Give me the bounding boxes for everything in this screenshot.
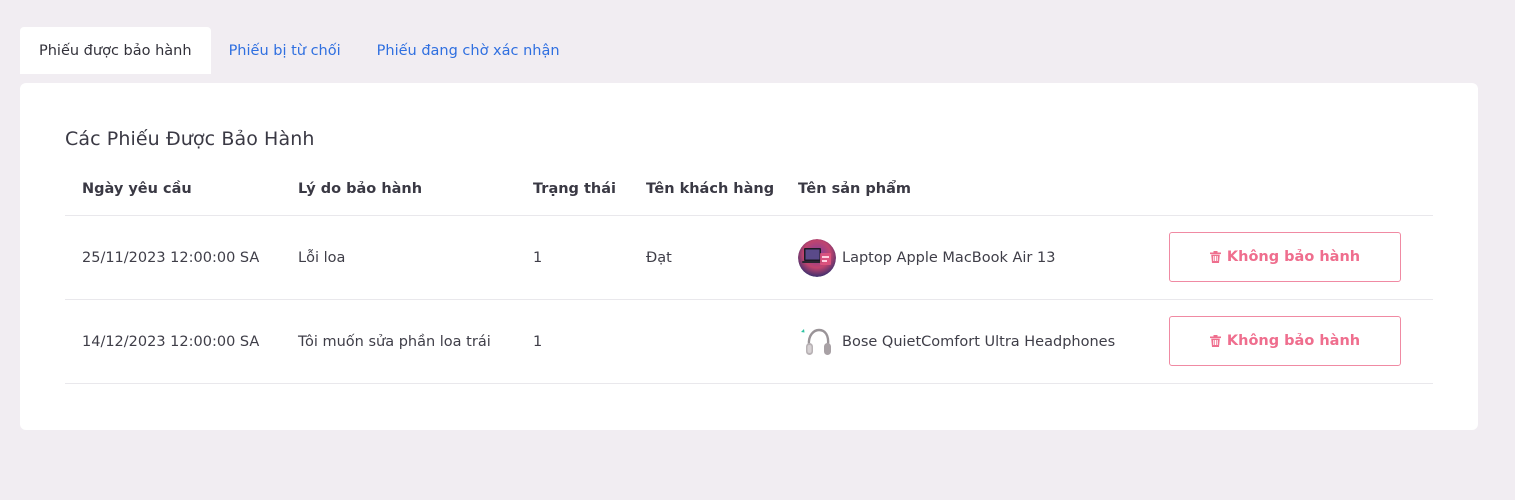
tab-pending[interactable]: Phiếu đang chờ xác nhận xyxy=(359,27,578,74)
cell-product: Bose QuietComfort Ultra Headphones xyxy=(798,300,1115,384)
warranty-table: Ngày yêu cầu Lý do bảo hành Trạng thái T… xyxy=(65,169,1433,384)
no-warranty-label: Không bảo hành xyxy=(1226,333,1361,349)
cell-product: Laptop Apple MacBook Air 13 xyxy=(798,216,1055,300)
tab-warranty-approved[interactable]: Phiếu được bảo hành xyxy=(20,27,211,74)
cell-reason: Tôi muốn sửa phần loa trái xyxy=(298,334,491,350)
no-warranty-button[interactable]: Không bảo hành xyxy=(1169,316,1401,366)
trash-icon xyxy=(1209,335,1221,347)
header-request-date: Ngày yêu cầu xyxy=(82,181,192,197)
tab-bar: Phiếu được bảo hành Phiếu bị từ chối Phi… xyxy=(20,27,578,74)
no-warranty-button[interactable]: Không bảo hành xyxy=(1169,232,1401,282)
header-reason: Lý do bảo hành xyxy=(298,181,423,197)
product-name: Laptop Apple MacBook Air 13 xyxy=(842,250,1056,266)
trash-icon xyxy=(1209,251,1221,263)
cell-status: 1 xyxy=(533,250,543,266)
table-row: 14/12/2023 12:00:00 SA Tôi muốn sửa phần… xyxy=(65,300,1433,384)
cell-date: 25/11/2023 12:00:00 SA xyxy=(82,250,260,266)
headphones-thumbnail-icon xyxy=(798,323,836,361)
table-header: Ngày yêu cầu Lý do bảo hành Trạng thái T… xyxy=(65,169,1433,216)
tab-rejected[interactable]: Phiếu bị từ chối xyxy=(211,27,359,74)
cell-customer: Đạt xyxy=(646,250,672,266)
warranty-card: Các Phiếu Được Bảo Hành Ngày yêu cầu Lý … xyxy=(20,83,1478,430)
card-title: Các Phiếu Được Bảo Hành xyxy=(65,128,315,150)
laptop-thumbnail-icon xyxy=(798,239,836,277)
cell-reason: Lỗi loa xyxy=(298,250,346,266)
product-name: Bose QuietComfort Ultra Headphones xyxy=(842,334,1116,350)
header-status: Trạng thái xyxy=(533,181,616,197)
table-row: 25/11/2023 12:00:00 SA Lỗi loa 1 Đạt Lap… xyxy=(65,216,1433,300)
header-customer: Tên khách hàng xyxy=(646,181,775,197)
header-product: Tên sản phẩm xyxy=(798,181,911,197)
cell-date: 14/12/2023 12:00:00 SA xyxy=(82,334,260,350)
no-warranty-label: Không bảo hành xyxy=(1226,249,1361,265)
cell-status: 1 xyxy=(533,334,543,350)
